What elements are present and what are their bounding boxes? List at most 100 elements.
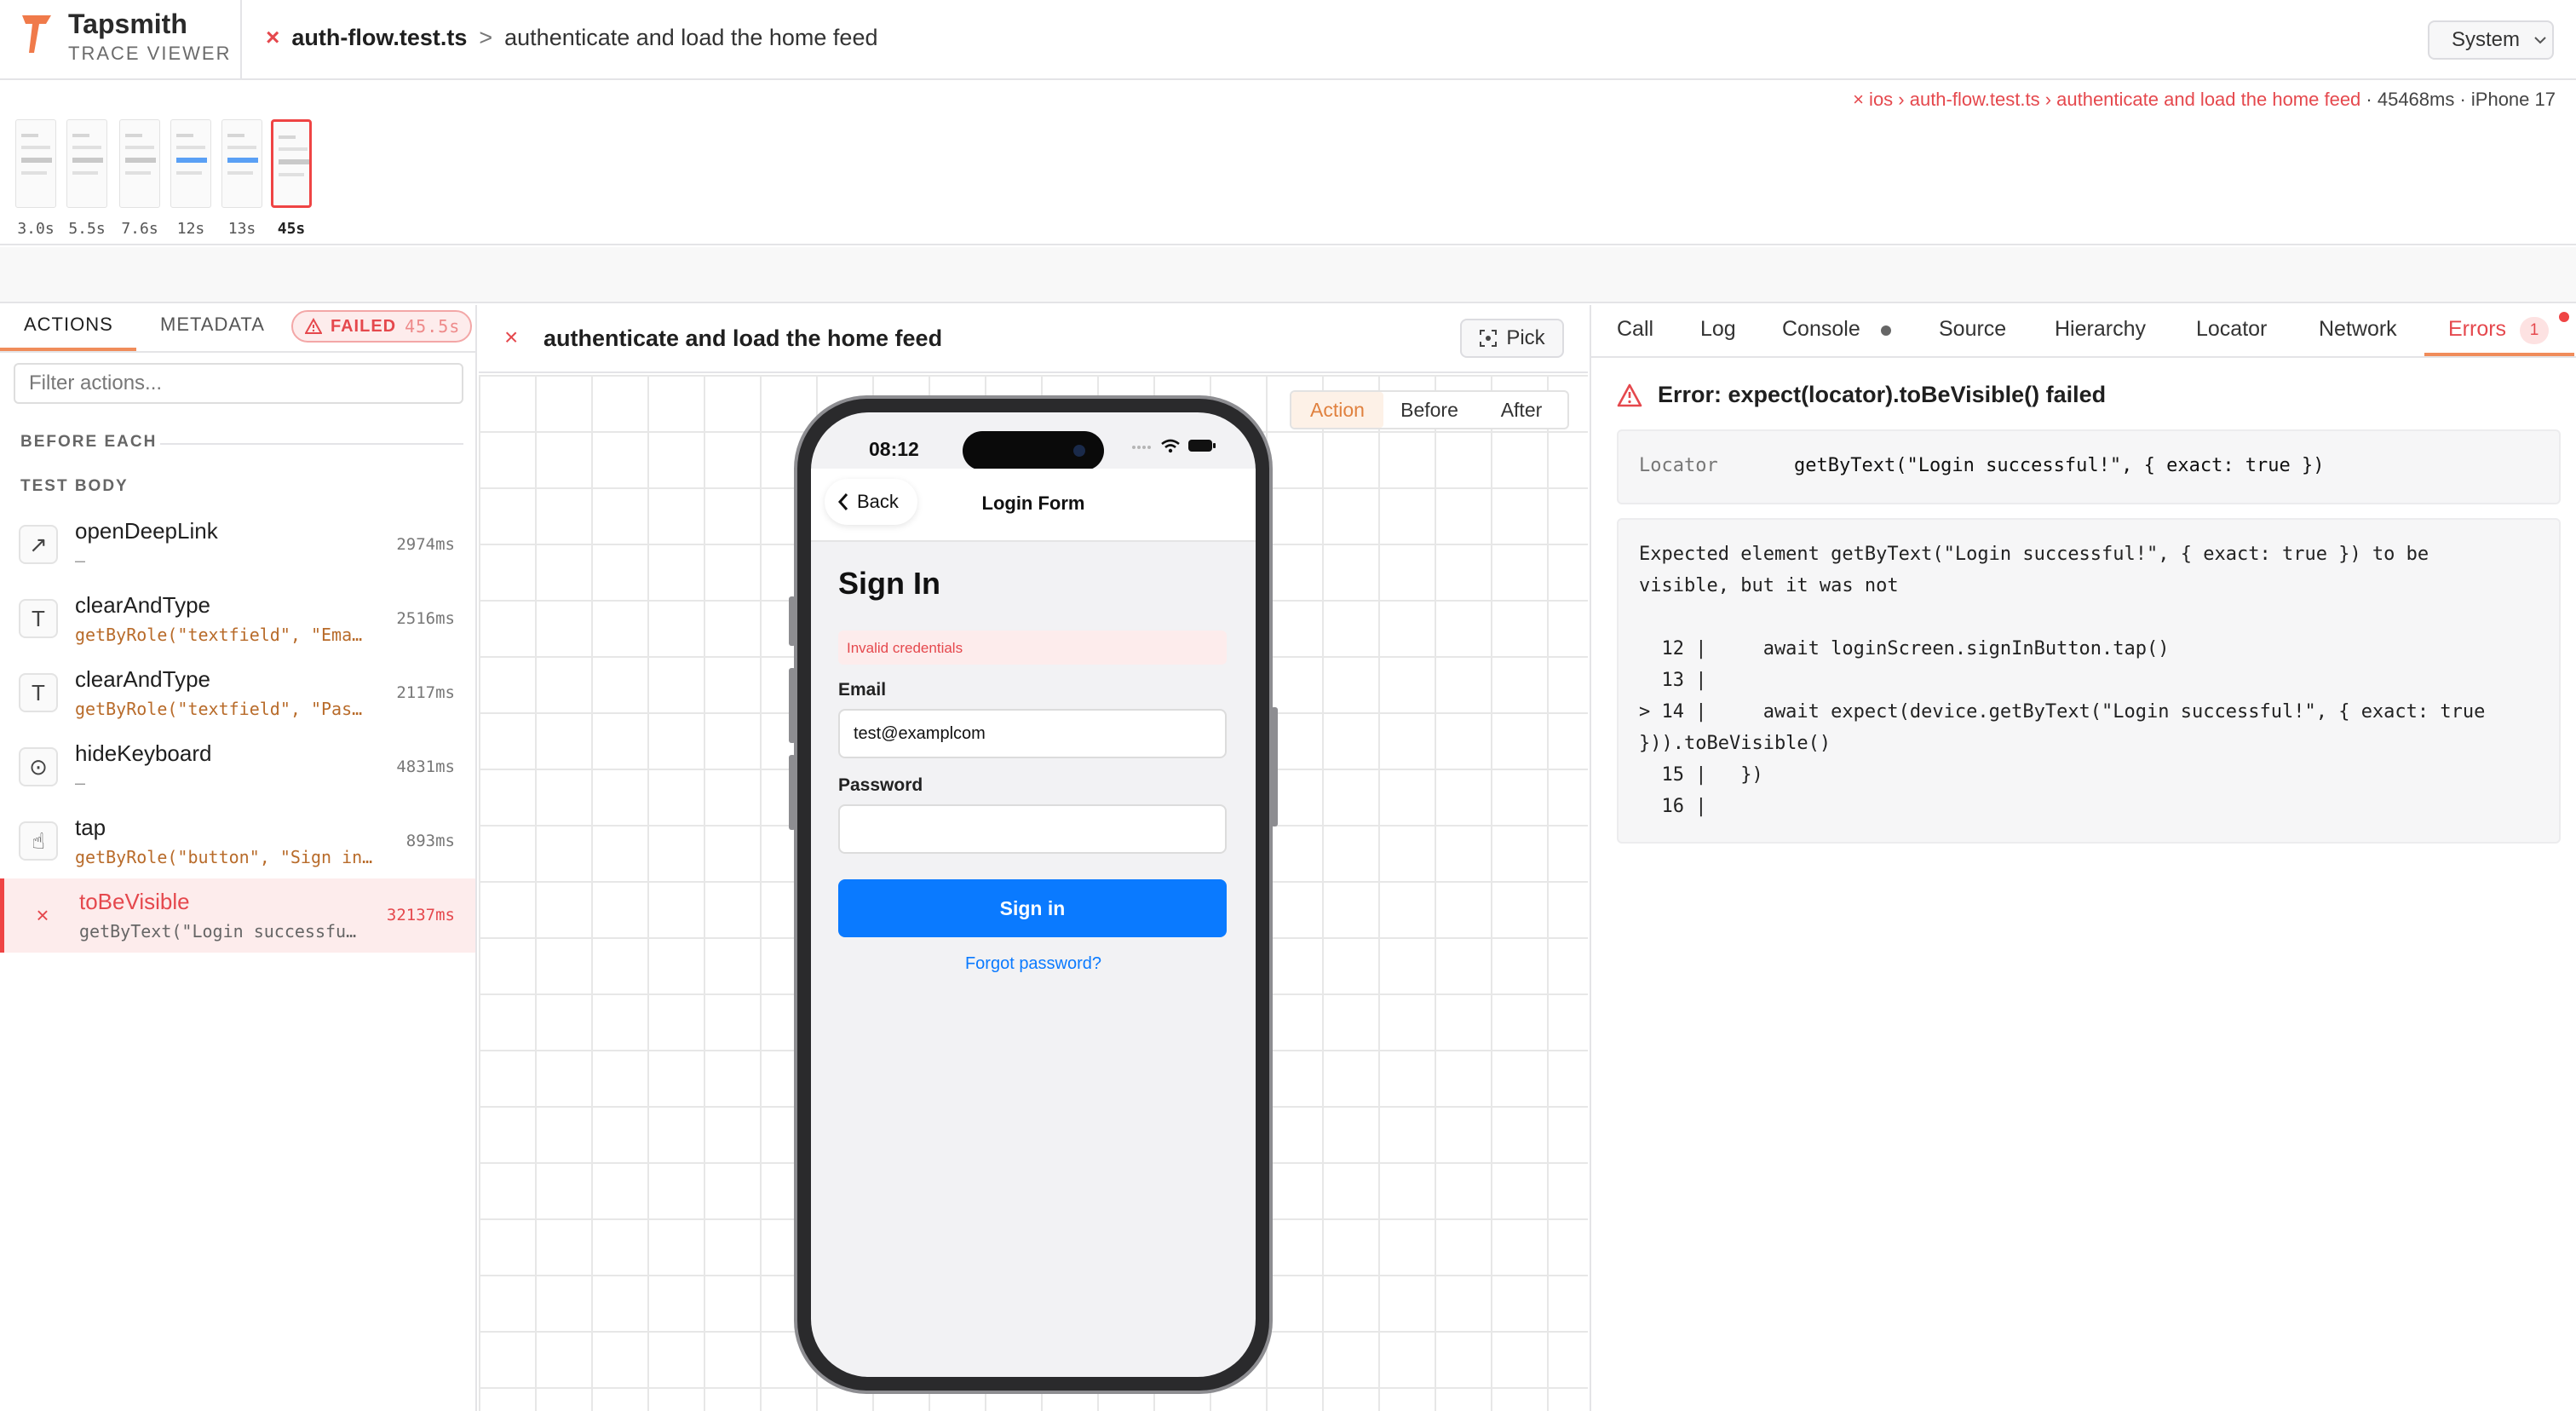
filmstrip-time-label: 3.0s xyxy=(17,220,55,238)
error-message-line: })).toBeVisible() xyxy=(1639,733,1831,754)
battery-icon xyxy=(1188,440,1216,452)
brand-subtitle: TRACE VIEWER xyxy=(68,43,232,64)
snapshot-title: authenticate and load the home feed xyxy=(543,325,943,351)
errors-indicator-dot xyxy=(2559,312,2569,322)
error-message-line: 12 | await loginScreen.signInButton.tap(… xyxy=(1639,638,2170,659)
action-locator: — xyxy=(75,773,86,793)
error-message-line: 15 | }) xyxy=(1639,764,1763,786)
filmstrip-thumbnail[interactable] xyxy=(66,119,107,208)
section-divider xyxy=(160,443,463,445)
console-indicator-dot xyxy=(1881,325,1891,336)
device-power-button xyxy=(1271,707,1278,826)
tab-actions-underline xyxy=(0,348,136,351)
email-field[interactable]: test@examplcom xyxy=(838,709,1227,758)
action-row[interactable]: × toBeVisible getByText("Login successfu… 3… xyxy=(0,878,475,953)
tab-call[interactable]: Call xyxy=(1617,317,1653,342)
status-bar-icons xyxy=(1131,438,1216,453)
action-locator: getByRole("button", "Sign in… xyxy=(75,847,373,867)
tap-hand-icon: ☝ xyxy=(19,821,58,861)
tab-errors[interactable]: Errors xyxy=(2448,317,2506,342)
failed-status-badge: FAILED 45.5s xyxy=(291,310,472,343)
error-banner: Invalid credentials xyxy=(838,631,1227,665)
error-message-line: visible, but it was not xyxy=(1639,575,1899,596)
error-message-line: 16 | xyxy=(1639,796,1707,817)
email-label: Email xyxy=(838,680,887,700)
details-panel: Call Log Console Source Hierarchy Locato… xyxy=(1590,305,2576,1411)
tab-console[interactable]: Console xyxy=(1782,317,1860,342)
action-duration: 893ms xyxy=(405,832,455,850)
tab-locator[interactable]: Locator xyxy=(2196,317,2267,342)
action-name: clearAndType xyxy=(75,592,210,618)
filmstrip-time-label: 13s xyxy=(227,220,256,238)
action-row[interactable]: ⊙ hideKeyboard — 4831ms xyxy=(0,730,475,804)
device-action-button xyxy=(789,596,796,646)
action-row[interactable]: ↗ openDeepLink — 2974ms xyxy=(0,508,475,582)
action-row[interactable]: ☝ tap getByRole("button", "Sign in… 893ms xyxy=(0,804,475,878)
tab-log[interactable]: Log xyxy=(1700,317,1736,342)
details-tabs: Call Log Console Source Hierarchy Locato… xyxy=(1591,305,2576,358)
tab-metadata[interactable]: METADATA xyxy=(160,314,265,336)
failed-label: FAILED xyxy=(331,316,397,336)
error-title-text: Error: expect(locator).toBeVisible() fai… xyxy=(1658,382,2107,407)
header-divider xyxy=(240,0,242,80)
keyboard-hide-icon: ⊙ xyxy=(19,747,58,786)
action-name: clearAndType xyxy=(75,666,210,692)
filmstrip-time-label: 5.5s xyxy=(68,220,106,238)
snapshot-tab-before[interactable]: Before xyxy=(1383,392,1475,428)
warning-icon xyxy=(1617,383,1642,406)
action-name: toBeVisible xyxy=(79,889,190,914)
filmstrip-time-label: 45s xyxy=(277,220,306,238)
forgot-password-link[interactable]: Forgot password? xyxy=(811,954,1256,974)
pick-locator-button[interactable]: Pick xyxy=(1460,319,1564,358)
pick-label: Pick xyxy=(1506,326,1545,349)
filmstrip-thumbnail[interactable] xyxy=(271,119,312,208)
action-duration: 2974ms xyxy=(396,535,455,554)
action-locator: — xyxy=(75,550,86,571)
signin-button[interactable]: Sign in xyxy=(838,879,1227,937)
filmstrip-time-label: 12s xyxy=(176,220,205,238)
filter-actions-input[interactable] xyxy=(14,363,463,404)
brand-name: Tapsmith xyxy=(68,9,187,39)
action-row[interactable]: TclearAndType getByRole("textfield", "Pas… xyxy=(0,656,475,730)
filmstrip-thumbnail[interactable] xyxy=(170,119,211,208)
filmstrip-thumbnail[interactable] xyxy=(119,119,160,208)
password-field[interactable] xyxy=(838,804,1227,854)
error-message-line: Expected element getByText("Login succes… xyxy=(1639,544,2429,565)
device-volume-up-button xyxy=(789,668,796,743)
chevron-down-icon xyxy=(2534,37,2546,44)
tapsmith-logo-icon xyxy=(22,15,51,53)
filmstrip-thumbnail[interactable] xyxy=(221,119,262,208)
section-test-body[interactable]: TEST BODY xyxy=(20,477,129,496)
action-row[interactable]: TclearAndType getByRole("textfield", "Ema… xyxy=(0,582,475,656)
breadcrumb-test-title: authenticate and load the home feed xyxy=(504,24,878,50)
section-before-each[interactable]: BEFORE EACH xyxy=(20,433,157,452)
filmstrip: × ios › auth-flow.test.ts › authenticate… xyxy=(0,82,2576,245)
device-screen[interactable]: 08:12 Back Login Form Sign In Invalid cr… xyxy=(811,412,1256,1377)
left-tabs: ACTIONS METADATA FAILED 45.5s xyxy=(0,305,475,353)
tab-hierarchy[interactable]: Hierarchy xyxy=(2055,317,2146,342)
external-link-icon: ↗ xyxy=(19,525,58,564)
tab-actions[interactable]: ACTIONS xyxy=(24,314,113,336)
fail-icon: × xyxy=(266,24,280,50)
theme-select[interactable]: System xyxy=(2428,20,2554,60)
filmstrip-time-label: 7.6s xyxy=(121,220,158,238)
action-duration: 4831ms xyxy=(396,757,455,776)
text-icon: T xyxy=(19,673,58,712)
run-info: × ios › auth-flow.test.ts › authenticate… xyxy=(1853,89,2556,111)
breadcrumb-file[interactable]: auth-flow.test.ts xyxy=(291,25,467,51)
wifi-icon xyxy=(1161,439,1180,453)
tab-source[interactable]: Source xyxy=(1939,317,2006,342)
tab-network[interactable]: Network xyxy=(2319,317,2397,342)
locator-key: Locator xyxy=(1639,455,1718,476)
action-name: hideKeyboard xyxy=(75,740,212,766)
locator-box: Locator getByText("Login successful!", {… xyxy=(1617,429,2561,504)
snapshot-tab-after[interactable]: After xyxy=(1475,392,1567,428)
actions-panel: ACTIONS METADATA FAILED 45.5s BEFORE EAC… xyxy=(0,305,477,1411)
filmstrip-thumbnail[interactable] xyxy=(15,119,56,208)
status-bar-time: 08:12 xyxy=(869,438,919,460)
action-locator: getByRole("textfield", "Ema… xyxy=(75,625,363,645)
theme-select-value: System xyxy=(2452,28,2521,51)
snapshot-tab-action[interactable]: Action xyxy=(1291,392,1383,428)
action-name: openDeepLink xyxy=(75,518,218,544)
dynamic-island xyxy=(963,431,1104,470)
